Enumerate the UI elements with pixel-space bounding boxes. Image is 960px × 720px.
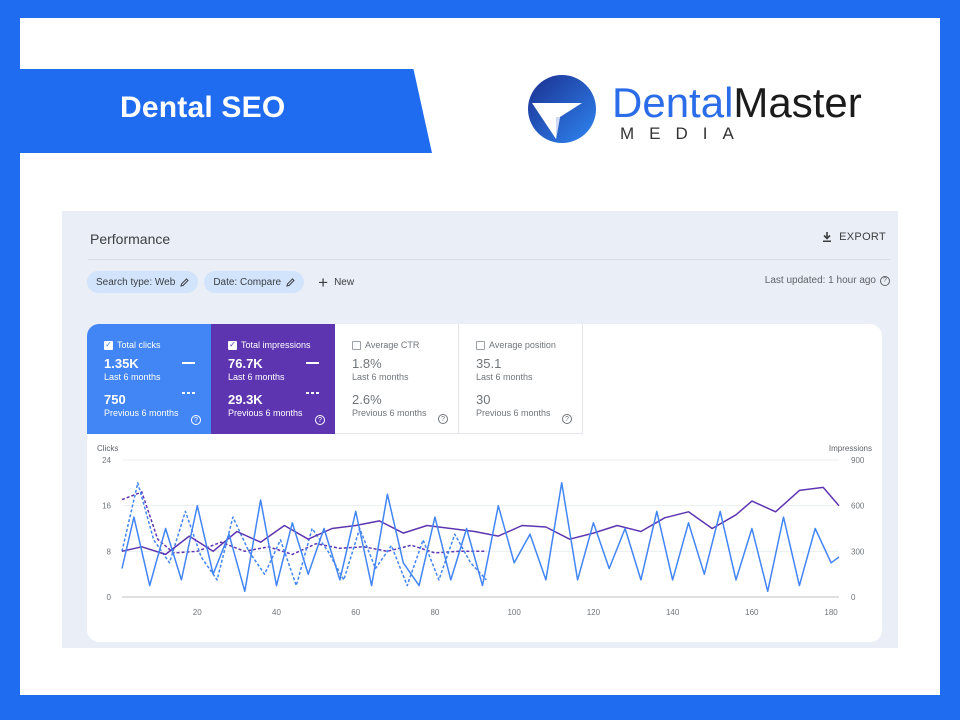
- metric-total-impressions[interactable]: ✓ Total impressions 76.7K Last 6 months 2…: [211, 324, 335, 434]
- checkbox-unchecked-icon[interactable]: [476, 340, 485, 350]
- logo-word-master: Master: [733, 79, 862, 126]
- new-label: New: [334, 276, 355, 288]
- metric-average-position[interactable]: Average position 35.1 Last 6 months 30 P…: [459, 324, 583, 434]
- edit-pencil-icon: [180, 277, 190, 287]
- x-tick-label: 120: [587, 608, 601, 617]
- metric-value: 35.1: [476, 356, 502, 371]
- series-line-clicks-previous: [121, 482, 487, 587]
- left-tick-label: 8: [107, 547, 112, 556]
- logo-subtitle: MEDIA: [620, 124, 749, 143]
- chip-label: Date: Compare: [213, 276, 282, 288]
- metric-period: Last 6 months: [476, 372, 533, 382]
- metric-prev-value: 29.3K: [228, 392, 263, 407]
- search-type-chip[interactable]: Search type: Web: [87, 271, 199, 293]
- series-line-clicks-current: [121, 482, 840, 593]
- plus-icon: +: [318, 272, 329, 292]
- solid-line-legend-icon: [306, 362, 319, 364]
- dental-master-logo-icon: [528, 75, 596, 143]
- help-icon[interactable]: ?: [191, 415, 201, 425]
- metric-label: Total clicks: [117, 340, 161, 350]
- new-filter-button[interactable]: + New: [318, 274, 354, 291]
- logo-word-dental: Dental: [612, 79, 734, 126]
- right-tick-label: 300: [851, 547, 865, 556]
- metric-prev-value: 750: [104, 392, 126, 407]
- metric-tabs: ✓ Total clicks 1.35K Last 6 months 750 Pr…: [87, 324, 583, 434]
- metric-period: Last 6 months: [352, 372, 409, 382]
- metric-value: 1.8%: [352, 356, 382, 371]
- header-divider: [88, 259, 890, 260]
- filter-bar: Search type: Web Date: Compare + New: [87, 271, 354, 293]
- metric-value: 76.7K: [228, 356, 263, 371]
- x-tick-label: 180: [824, 608, 838, 617]
- help-icon[interactable]: ?: [562, 414, 572, 424]
- last-updated-text: Last updated: 1 hour ago: [764, 275, 876, 286]
- right-tick-label: 0: [851, 593, 856, 602]
- performance-chart: Clicks Impressions 0 8 16 24 0 300 600 900 20 40 60 8…: [97, 444, 872, 617]
- x-tick-label: 20: [193, 608, 202, 617]
- x-tick-label: 40: [272, 608, 281, 617]
- logo-wordmark: DentalMaster: [612, 80, 862, 126]
- chip-label: Search type: Web: [96, 276, 176, 288]
- series-line-impressions-current: [121, 486, 840, 556]
- x-tick-label: 160: [745, 608, 759, 617]
- search-console-panel: Performance EXPORT Search type: Web Date…: [62, 211, 898, 648]
- right-tick-label: 600: [851, 502, 865, 511]
- metric-prev-value: 2.6%: [352, 392, 382, 407]
- export-label: EXPORT: [839, 231, 886, 243]
- edit-pencil-icon: [286, 277, 295, 287]
- checkbox-unchecked-icon[interactable]: [352, 340, 361, 350]
- help-icon[interactable]: ?: [438, 414, 448, 424]
- right-tick-label: 900: [851, 456, 865, 465]
- download-icon: [823, 232, 832, 242]
- left-tick-label: 0: [107, 593, 112, 602]
- metric-average-ctr[interactable]: Average CTR 1.8% Last 6 months 2.6% Prev…: [335, 324, 459, 434]
- x-tick-label: 60: [351, 608, 360, 617]
- metric-period: Last 6 months: [104, 372, 161, 382]
- dashed-line-legend-icon: [182, 392, 195, 394]
- metric-value: 1.35K: [104, 356, 139, 371]
- left-tick-label: 24: [102, 456, 111, 465]
- metric-total-clicks[interactable]: ✓ Total clicks 1.35K Last 6 months 750 Pr…: [87, 324, 211, 434]
- x-tick-label: 100: [507, 608, 521, 617]
- checkbox-checked-icon[interactable]: ✓: [104, 340, 113, 350]
- x-tick-label: 80: [430, 608, 439, 617]
- left-axis-title: Clicks: [97, 444, 118, 453]
- left-tick-label: 16: [102, 502, 111, 511]
- date-chip[interactable]: Date: Compare: [204, 271, 305, 293]
- checkbox-checked-icon[interactable]: ✓: [228, 340, 237, 350]
- performance-card: ✓ Total clicks 1.35K Last 6 months 750 Pr…: [87, 324, 882, 642]
- banner-title: Dental SEO: [120, 91, 286, 124]
- metric-period: Last 6 months: [228, 372, 285, 382]
- metric-label: Total impressions: [241, 340, 311, 350]
- last-updated: Last updated: 1 hour ago ?: [765, 275, 890, 286]
- metric-label: Average position: [489, 340, 556, 350]
- page-title: Performance: [90, 231, 171, 247]
- x-tick-label: 140: [666, 608, 680, 617]
- dashed-line-legend-icon: [306, 392, 319, 394]
- solid-line-legend-icon: [182, 362, 195, 364]
- help-icon[interactable]: ?: [315, 415, 325, 425]
- metric-label: Average CTR: [365, 340, 420, 350]
- export-button[interactable]: EXPORT: [821, 231, 886, 243]
- metric-prev-value: 30: [476, 392, 491, 407]
- help-icon[interactable]: ?: [880, 275, 890, 286]
- right-axis-title: Impressions: [829, 444, 872, 453]
